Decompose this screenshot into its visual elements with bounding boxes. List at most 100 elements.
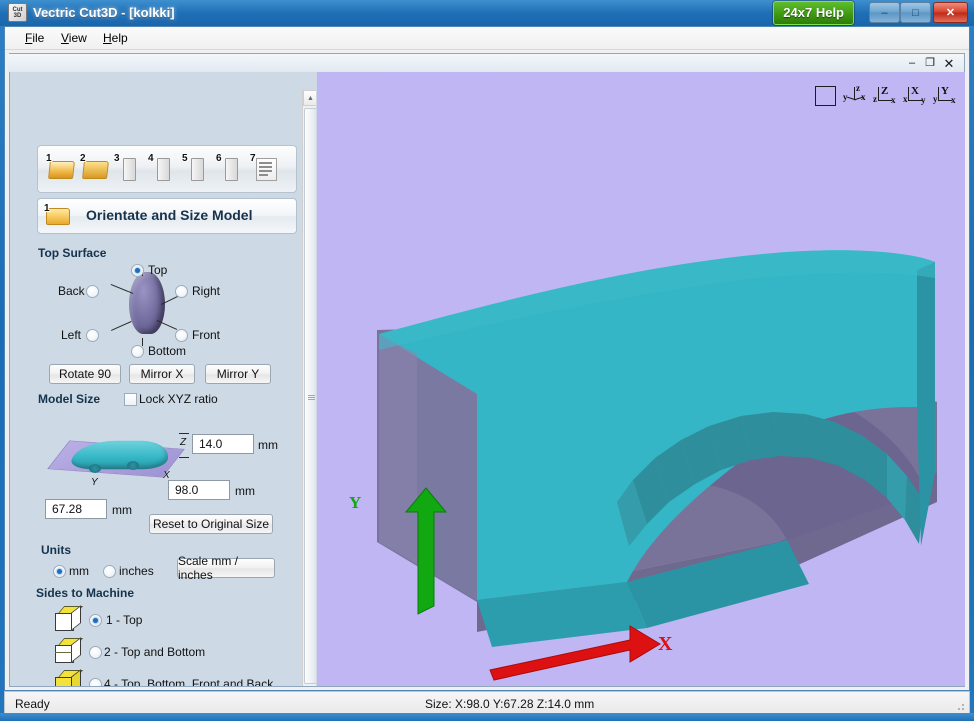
application-window: Cut 3D Vectric Cut3D - [kolkki] 24x7 Help… (0, 0, 974, 721)
sides-to-machine-title: Sides to Machine (36, 586, 135, 600)
model-size-z-input[interactable]: 14.0 (192, 434, 254, 454)
step-5-preview-button[interactable]: 5 (182, 153, 212, 183)
step-1-open-file-button[interactable]: 1 (46, 153, 76, 183)
car-wheel-front (127, 461, 139, 470)
step-3-number: 3 (114, 153, 120, 164)
isometric-view-icon[interactable]: z y x (843, 83, 867, 107)
mirror-x-button[interactable]: Mirror X (129, 364, 195, 384)
menu-help-label: elp (111, 31, 128, 45)
menu-file[interactable]: File (19, 30, 50, 46)
model-size-y-input[interactable]: 67.28 (45, 499, 107, 519)
open-folder-icon (48, 161, 75, 179)
cut3d-icon: Cut 3D (8, 3, 27, 22)
step-6-number: 6 (216, 153, 222, 164)
radio-top-surface-back[interactable] (86, 285, 99, 298)
title-bar: Cut 3D Vectric Cut3D - [kolkki] 24x7 Help… (0, 0, 974, 26)
leader-line-bottom (142, 338, 143, 346)
step-header-label: Orientate and Size Model (86, 207, 253, 223)
taskbar (0, 713, 974, 721)
cube-four-sides-icon (55, 669, 84, 686)
top-surface-title: Top Surface (38, 246, 107, 260)
model-size-title: Model Size (38, 392, 101, 406)
options-panel-scrollbar[interactable]: ▲ ▼ (302, 90, 316, 686)
window-minimize-button[interactable]: – (869, 2, 900, 23)
step-3-material-button[interactable]: 3 (114, 153, 144, 183)
axis-x-label: X (658, 633, 673, 655)
axis-label-z: Z (180, 437, 187, 448)
radio-sides-4-all[interactable] (89, 678, 102, 686)
radio-top-surface-top[interactable] (131, 264, 144, 277)
x-view-icon[interactable]: X x y (903, 83, 927, 107)
label-sides-1-top: 1 - Top (106, 613, 143, 627)
menu-help[interactable]: Help (97, 30, 134, 46)
step-2-number: 2 (80, 153, 86, 164)
label-top-surface-bottom: Bottom (148, 344, 187, 358)
label-units-mm: mm (69, 564, 89, 578)
step-6-save-toolpath-button[interactable]: 6 (216, 153, 246, 183)
orientate-model-icon (82, 161, 109, 179)
window-maximize-button[interactable]: □ (900, 2, 931, 23)
material-setup-icon (123, 158, 136, 181)
radio-sides-2-top-bottom[interactable] (89, 646, 102, 659)
label-top-surface-right: Right (192, 284, 221, 298)
step-4-toolpath-button[interactable]: 4 (148, 153, 178, 183)
step-7-summary-button[interactable]: 7 (250, 153, 280, 183)
status-ready-text: Ready (15, 697, 50, 711)
radio-top-surface-bottom[interactable] (131, 345, 144, 358)
rotate-90-button[interactable]: Rotate 90 (49, 364, 121, 384)
model-size-y-unit: mm (112, 503, 132, 517)
mdi-minimize-button[interactable]: – (904, 56, 920, 70)
scrollbar-grip-icon (308, 395, 315, 400)
window-close-button[interactable]: ✕ (933, 2, 968, 23)
mdi-child-window: – ❐ ✕ 1 2 3 4 5 6 7 1 Orientate and Size… (8, 53, 965, 687)
radio-units-mm[interactable] (53, 565, 66, 578)
label-units-inches: inches (119, 564, 154, 578)
mdi-close-button[interactable]: ✕ (941, 56, 957, 70)
radio-sides-1-top[interactable] (89, 614, 102, 627)
step-toolbar: 1 2 3 4 5 6 7 (37, 145, 297, 193)
menu-view-label: iew (68, 31, 87, 45)
model-size-z-unit: mm (258, 438, 278, 452)
step-header-number: 1 (44, 203, 50, 214)
y-view-icon[interactable]: Y y x (933, 83, 957, 107)
units-title: Units (41, 543, 71, 557)
label-sides-2-top-bottom: 2 - Top and Bottom (104, 645, 206, 659)
menu-view[interactable]: View (55, 30, 93, 46)
scroll-up-icon[interactable]: ▲ (303, 90, 316, 106)
radio-top-surface-right[interactable] (175, 285, 188, 298)
axis-y-label: Y (349, 493, 362, 512)
menu-file-label: ile (32, 31, 45, 45)
step-5-number: 5 (182, 153, 188, 164)
step-2-orientate-button[interactable]: 2 (80, 153, 110, 183)
axis-label-y: Y (91, 477, 98, 488)
car-wheel-rear (89, 464, 101, 473)
help-badge-button[interactable]: 24x7 Help (773, 1, 854, 25)
mdi-title-bar: – ❐ ✕ (8, 54, 964, 72)
3d-viewport[interactable]: Y X z y x Z z x X x y Y y x (317, 72, 965, 686)
reset-to-original-size-button[interactable]: Reset to Original Size (149, 514, 273, 534)
title-bar-left: Cut 3D Vectric Cut3D - [kolkki] (8, 3, 175, 22)
scale-mm-inches-button[interactable]: Scale mm / inches (177, 554, 275, 582)
axis-tick-z-bottom (179, 457, 189, 458)
model-size-x-input[interactable]: 98.0 (168, 480, 230, 500)
step-7-number: 7 (250, 153, 256, 164)
radio-units-inches[interactable] (103, 565, 116, 578)
scrollbar-thumb[interactable] (304, 108, 316, 684)
view-toolbar: z y x Z z x X x y Y y x (813, 82, 957, 108)
radio-top-surface-front[interactable] (175, 329, 188, 342)
label-sides-4-all: 4 - Top, Bottom, Front and Back (104, 677, 274, 686)
axis-tick-z-top (179, 433, 189, 434)
lock-xyz-ratio-checkbox[interactable] (124, 393, 137, 406)
resize-grip-icon[interactable] (954, 700, 966, 712)
step-4-number: 4 (148, 153, 154, 164)
label-top-surface-top: Top (148, 263, 168, 277)
menu-bar: File View Help (5, 27, 969, 50)
z-view-icon[interactable]: Z z x (873, 83, 897, 107)
save-toolpath-icon (225, 158, 238, 181)
zoom-to-fit-icon[interactable] (813, 83, 837, 107)
mdi-restore-button[interactable]: ❐ (922, 56, 938, 70)
radio-top-surface-left[interactable] (86, 329, 99, 342)
mirror-y-button[interactable]: Mirror Y (205, 364, 271, 384)
toolpath-icon (157, 158, 170, 181)
cube-top-icon (55, 605, 84, 631)
